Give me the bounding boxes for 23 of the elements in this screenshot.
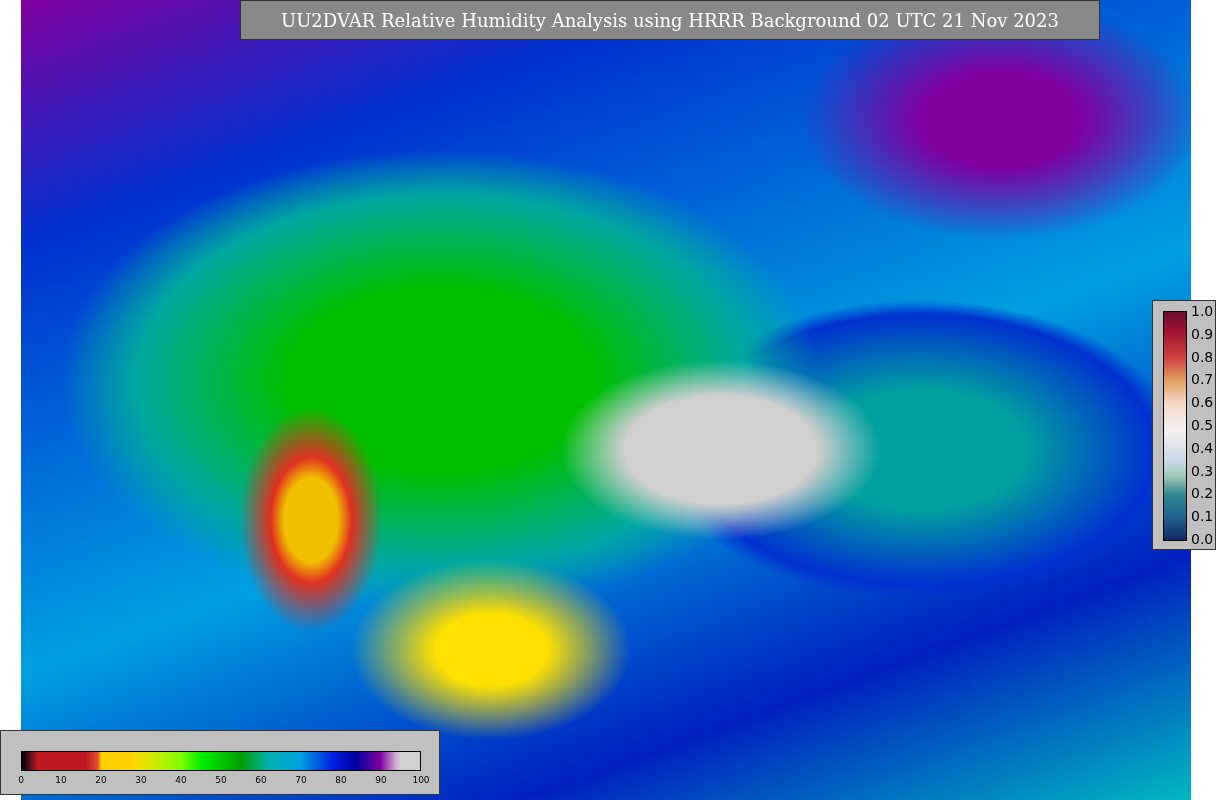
tick-label: 60: [255, 775, 267, 785]
tick-label: 0.5: [1191, 417, 1214, 433]
tick-label: 0.6: [1191, 394, 1214, 411]
tick-label: 0.9: [1191, 325, 1214, 342]
tick-label: 90: [375, 775, 387, 785]
tick-label: 0.8: [1191, 348, 1214, 365]
tick-label: 0.3: [1191, 462, 1214, 479]
tick-label: 0.2: [1191, 485, 1214, 502]
tick-label: 20: [95, 775, 107, 785]
tick-label: 0.7: [1191, 371, 1214, 388]
tick-label: 0.1: [1191, 508, 1214, 525]
tick-label: 30: [135, 775, 147, 785]
tick-label: 40: [175, 775, 187, 785]
tick-label: 80: [335, 775, 347, 785]
tick-label: 70: [295, 775, 307, 785]
tick-label: 0.4: [1191, 439, 1214, 456]
tick-label: 1.0: [1191, 303, 1214, 319]
tick-label: 50: [215, 775, 227, 785]
map-title: UU2DVAR Relative Humidity Analysis using HRRR Background 02 UTC 21 Nov 2023: [240, 0, 1100, 40]
tick-label: 100: [412, 775, 430, 785]
tick-label: 0: [18, 775, 24, 785]
tick-label: 10: [55, 775, 67, 785]
tick-label: 0.0: [1191, 530, 1214, 547]
